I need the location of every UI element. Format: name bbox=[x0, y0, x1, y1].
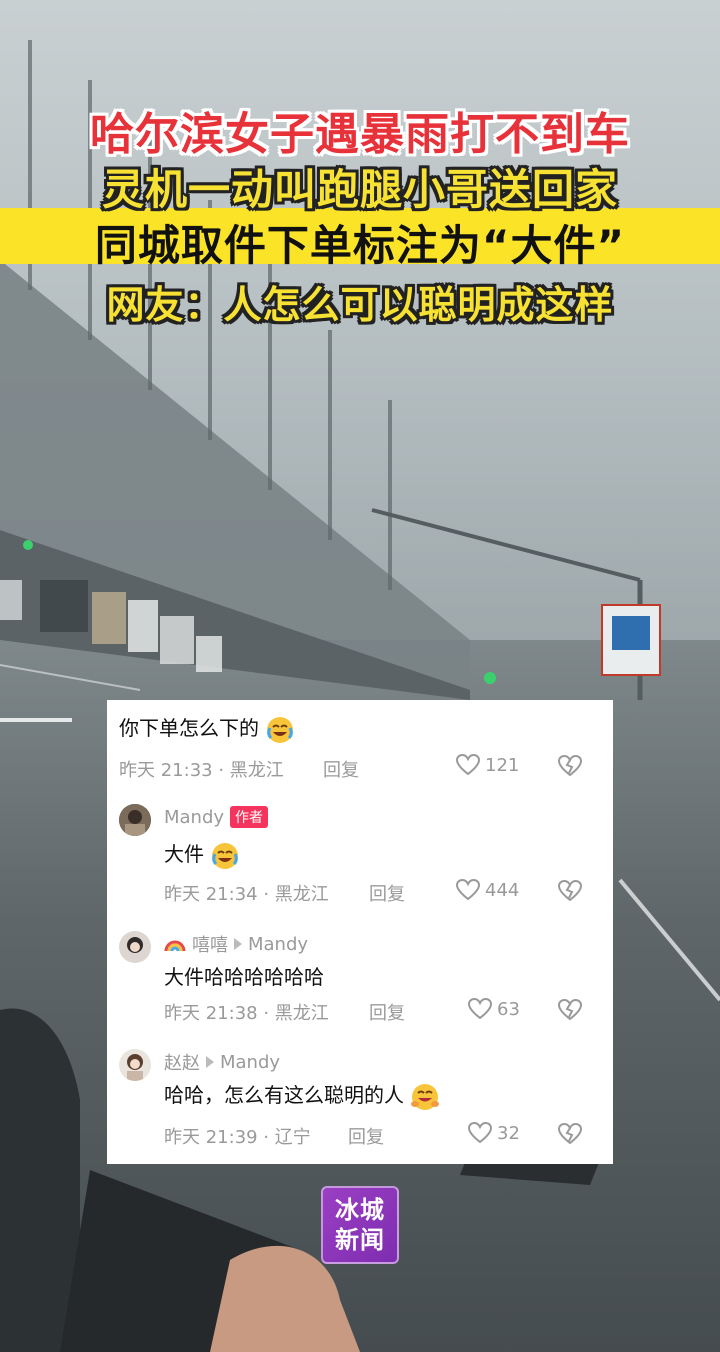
user-photo-avatar-icon bbox=[119, 931, 151, 963]
comment-location: 辽宁 bbox=[274, 1127, 311, 1148]
comment-location: 黑龙江 bbox=[274, 884, 329, 905]
comment-time: 昨天 21:34 bbox=[164, 884, 258, 905]
comment-location: 黑龙江 bbox=[274, 1003, 329, 1024]
comment-text-row: 哈哈，怎么有这么聪明的人 bbox=[164, 1079, 440, 1112]
comment-text: 大件 bbox=[164, 842, 204, 866]
comment-author-row: Mandy 作者 bbox=[164, 806, 269, 828]
avatar[interactable] bbox=[119, 804, 151, 836]
bingcheng-news-logo: 冰城 新闻 bbox=[321, 1186, 399, 1264]
dislike-broken-heart-icon[interactable] bbox=[557, 754, 583, 778]
like-button[interactable]: 32 bbox=[467, 1121, 520, 1145]
username[interactable]: 赵赵 bbox=[164, 1049, 200, 1075]
crying-laugh-emoji bbox=[212, 842, 239, 869]
reply-to-username[interactable]: Mandy bbox=[248, 934, 308, 955]
headline-line-4: 网友：人怎么可以聪明成这样 bbox=[106, 283, 614, 327]
headline-line-3: 同城取件下单标注为“大件” bbox=[94, 221, 626, 270]
author-badge: 作者 bbox=[230, 806, 269, 828]
comment-item: 嘻嘻 Mandy 大件哈哈哈哈哈哈 昨天 21:38 · 黑龙江 回复 63 bbox=[107, 925, 613, 1045]
heart-outline-icon bbox=[467, 1121, 493, 1144]
comment-screenshot-card: 你下单怎么下的 昨天 21:33 · 黑龙江 回复 121 Mandy 作者 大… bbox=[107, 700, 613, 1164]
reply-button[interactable]: 回复 bbox=[323, 756, 359, 782]
dislike-broken-heart-icon[interactable] bbox=[557, 1122, 583, 1146]
comment-meta: 昨天 21:38 · 黑龙江 bbox=[164, 1003, 329, 1024]
like-button[interactable]: 63 bbox=[467, 997, 520, 1021]
username[interactable]: 嘻嘻 bbox=[192, 931, 228, 957]
reply-button[interactable]: 回复 bbox=[348, 1123, 384, 1149]
comment-time: 昨天 21:33 bbox=[119, 760, 213, 781]
avatar[interactable] bbox=[119, 931, 151, 963]
comment-item: Mandy 作者 大件 昨天 21:34 · 黑龙江 回复 444 bbox=[107, 800, 613, 925]
reply-arrow-icon bbox=[206, 1056, 214, 1068]
user-photo-avatar-icon bbox=[119, 1049, 151, 1081]
reply-to-username[interactable]: Mandy bbox=[220, 1052, 280, 1073]
comment-author-row: 赵赵 Mandy bbox=[164, 1049, 280, 1075]
comment-time: 昨天 21:38 bbox=[164, 1003, 258, 1024]
username[interactable]: Mandy bbox=[164, 807, 224, 828]
headline-line-1: 哈尔滨女子遇暴雨打不到车 bbox=[90, 109, 630, 160]
like-count: 32 bbox=[497, 1122, 520, 1144]
rainbow-emoji bbox=[164, 940, 186, 952]
comment-location: 黑龙江 bbox=[229, 760, 284, 781]
comment-item: 赵赵 Mandy 哈哈，怎么有这么聪明的人 昨天 21:39 · 辽宁 回复 3… bbox=[107, 1045, 613, 1164]
heart-outline-icon bbox=[455, 878, 481, 901]
like-button[interactable]: 121 bbox=[455, 753, 519, 777]
logo-line-2: 新闻 bbox=[335, 1226, 385, 1254]
comment-item: 你下单怎么下的 昨天 21:33 · 黑龙江 回复 121 bbox=[107, 700, 613, 800]
heart-outline-icon bbox=[467, 997, 493, 1020]
comment-time: 昨天 21:39 bbox=[164, 1127, 258, 1148]
like-count: 121 bbox=[485, 754, 520, 776]
reply-button[interactable]: 回复 bbox=[369, 999, 405, 1025]
like-count: 63 bbox=[497, 998, 520, 1020]
comment-text: 你下单怎么下的 bbox=[119, 716, 259, 740]
comment-author-row: 嘻嘻 Mandy bbox=[164, 931, 308, 957]
comment-meta: 昨天 21:39 · 辽宁 bbox=[164, 1127, 311, 1148]
comment-meta: 昨天 21:33 · 黑龙江 bbox=[119, 760, 284, 781]
heart-outline-icon bbox=[455, 753, 481, 776]
dislike-broken-heart-icon[interactable] bbox=[557, 998, 583, 1022]
grinning-hug-emoji bbox=[411, 1083, 440, 1110]
comment-text: 哈哈，怎么有这么聪明的人 bbox=[164, 1083, 404, 1107]
like-count: 444 bbox=[485, 879, 520, 901]
comment-meta: 昨天 21:34 · 黑龙江 bbox=[164, 884, 329, 905]
avatar[interactable] bbox=[119, 1049, 151, 1081]
reply-arrow-icon bbox=[234, 938, 242, 950]
comment-text-row: 大件 bbox=[164, 838, 240, 871]
user-photo-avatar-icon bbox=[119, 804, 151, 836]
crying-laugh-emoji bbox=[267, 716, 294, 743]
dislike-broken-heart-icon[interactable] bbox=[557, 879, 583, 903]
like-button[interactable]: 444 bbox=[455, 878, 519, 902]
reply-button[interactable]: 回复 bbox=[369, 880, 405, 906]
logo-line-1: 冰城 bbox=[335, 1196, 385, 1224]
headline-line-2: 灵机一动叫跑腿小哥送回家 bbox=[101, 165, 618, 214]
comment-text: 大件哈哈哈哈哈哈 bbox=[164, 965, 324, 989]
comment-text-row: 你下单怎么下的 bbox=[119, 712, 295, 745]
